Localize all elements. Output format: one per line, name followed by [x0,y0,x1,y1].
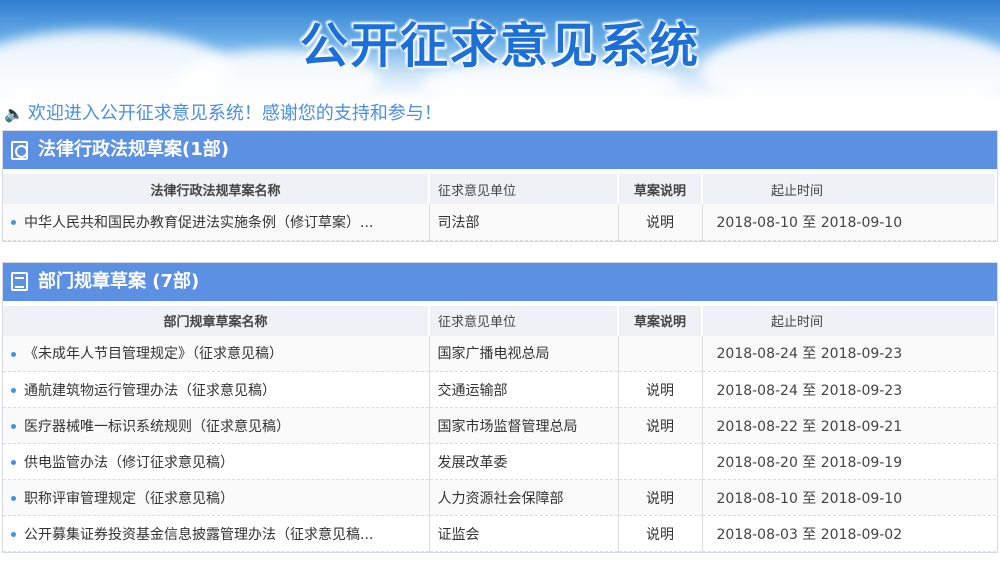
draft-name-link[interactable]: 供电监管办法（修订征求意见稿） [3,443,429,480]
draft-name-link[interactable]: 职称评审管理规定（征求意见稿） [3,479,429,516]
book-icon [11,140,28,160]
unit: 证监会 [428,515,618,552]
period: 2018-08-22 至 2018-09-21 [701,407,996,444]
table-row: 职称评审管理规定（征求意见稿） 人力资源社会保障部 说明 2018-08-10 至 2… [3,479,996,516]
draft-name-link[interactable]: 医疗器械唯一标识系统规则（征求意见稿） [3,407,429,444]
unit: 交通运输部 [428,371,618,408]
drafts-table: 法律行政法规草案名称 征求意见单位 草案说明 起止时间 中华人民共和国民办教育促进法实施… [3,174,997,241]
period: 2018-08-24 至 2018-09-23 [701,335,996,372]
table-row: 《未成年人节目管理规定》（征求意见稿） 国家广播电视总局 2018-08-24 至 … [3,335,996,372]
table-row: 公开募集证券投资基金信息披露管理办法（征求意见稿... 证监会 说明 2018-08-… [3,515,996,552]
note-link[interactable]: 说明 [617,515,702,552]
column-header: 起止时间 [702,305,997,336]
unit: 人力资源社会保障部 [428,479,618,516]
period: 2018-08-10 至 2018-09-10 [701,479,996,516]
draft-name-link[interactable]: 公开募集证券投资基金信息披露管理办法（征求意见稿... [3,515,429,552]
section-title: 部门规章草案 (7部) [38,270,200,292]
unit: 发展改革委 [428,443,618,480]
period: 2018-08-20 至 2018-09-19 [701,443,996,480]
welcome-text: 欢迎进入公开征求意见系统！感谢您的支持和参与！ [27,103,442,124]
column-header: 草案说明 [618,305,703,336]
site-title: 公开征求意见系统 [299,18,700,74]
column-header: 征求意见单位 [429,305,619,336]
column-header: 部门规章草案名称 [3,305,430,336]
note-link[interactable] [617,443,702,480]
column-header: 法律行政法规草案名称 [3,174,430,204]
table-row: 医疗器械唯一标识系统规则（征求意见稿） 国家市场监督管理总局 说明 2018-08-2… [3,407,996,444]
table-header: 部门规章草案名称 征求意见单位 草案说明 起止时间 [3,305,997,336]
note-link[interactable]: 说明 [617,479,702,516]
unit: 司法部 [428,204,618,241]
welcome-bar: 🔈 欢迎进入公开征求意见系统！感谢您的支持和参与！ [0,100,1000,130]
column-header: 起止时间 [702,174,997,204]
table-row: 中华人民共和国民办教育促进法实施条例（修订草案）... 司法部 说明 2018-08-… [3,204,996,241]
speaker-icon: 🔈 [4,104,24,123]
note-link[interactable]: 说明 [617,407,702,444]
column-header: 征求意见单位 [429,174,619,204]
period: 2018-08-24 至 2018-09-23 [701,371,996,408]
column-header: 草案说明 [618,174,703,204]
table-row: 通航建筑物运行管理办法（征求意见稿） 交通运输部 说明 2018-08-24 至 20… [3,371,996,408]
section-header: 部门规章草案 (7部) [3,262,997,301]
note-link[interactable]: 说明 [617,371,702,408]
banner: 公开征求意见系统 [0,0,1000,100]
section-laws: 法律行政法规草案(1部) 法律行政法规草案名称 征求意见单位 草案说明 起止时间 中华人民… [2,130,998,242]
section-department-rules: 部门规章草案 (7部) 部门规章草案名称 征求意见单位 草案说明 起止时间 《未成年人节目… [2,261,998,553]
section-title: 法律行政法规草案(1部) [38,139,229,160]
draft-name-link[interactable]: 中华人民共和国民办教育促进法实施条例（修订草案）... [3,204,429,241]
note-link[interactable] [617,335,702,372]
note-link[interactable]: 说明 [617,204,702,241]
table-row: 供电监管办法（修订征求意见稿） 发展改革委 2018-08-20 至 2018-09… [3,443,996,480]
draft-name-link[interactable]: 《未成年人节目管理规定》（征求意见稿） [3,335,429,372]
table-header: 法律行政法规草案名称 征求意见单位 草案说明 起止时间 [3,174,997,204]
period: 2018-08-03 至 2018-09-02 [701,515,996,552]
drafts-table: 部门规章草案名称 征求意见单位 草案说明 起止时间 《未成年人节目管理规定》（征求意见稿… [3,305,997,552]
unit: 国家广播电视总局 [428,335,618,372]
document-icon [11,272,28,291]
unit: 国家市场监督管理总局 [428,407,618,444]
period: 2018-08-10 至 2018-09-10 [701,204,996,241]
draft-name-link[interactable]: 通航建筑物运行管理办法（征求意见稿） [3,371,429,408]
section-header: 法律行政法规草案(1部) [3,131,997,169]
